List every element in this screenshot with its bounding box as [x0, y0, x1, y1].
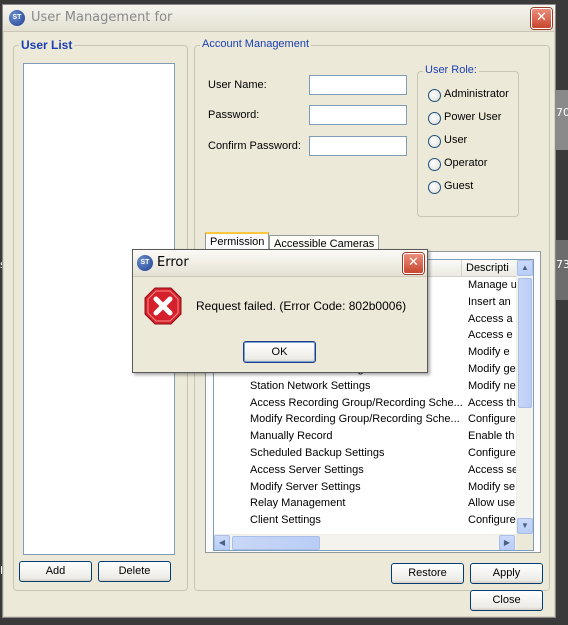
permission-row-description[interactable]: Modify se [468, 481, 516, 498]
permission-row-name[interactable]: Station Network Settings [250, 380, 462, 397]
error-x-icon [144, 287, 182, 325]
background-text: 73 [556, 258, 568, 271]
radio-button[interactable] [428, 181, 441, 194]
confirm-password-label: Confirm Password: [208, 140, 301, 152]
scroll-left-button[interactable]: ◀ [214, 535, 230, 550]
account-management-legend: Account Management [200, 38, 312, 50]
window-close-button[interactable]: ✕ [531, 8, 552, 29]
role-label: Operator [444, 157, 488, 169]
background-feed-right [556, 90, 568, 150]
scroll-down-button[interactable]: ▼ [517, 518, 533, 534]
close-button-label: Close [492, 594, 521, 606]
apply-button[interactable]: Apply [470, 563, 543, 584]
radio-button[interactable] [428, 135, 441, 148]
role-label: Power User [444, 111, 502, 123]
permission-row-description[interactable]: Configure [468, 413, 516, 430]
permission-row-name[interactable]: Scheduled Backup Settings [250, 447, 462, 464]
vertical-scroll-thumb[interactable] [518, 278, 532, 408]
radio-button[interactable] [428, 112, 441, 125]
permission-row-description[interactable]: Modify e [468, 346, 516, 363]
permission-row-description[interactable]: Access th [468, 397, 516, 414]
scroll-right-button[interactable]: ▶ [499, 535, 515, 550]
scroll-up-button[interactable]: ▲ [517, 260, 533, 276]
permission-row-name[interactable]: Modify Recording Group/Recording Sche... [250, 413, 462, 430]
permission-row-description[interactable]: Configure [468, 514, 516, 531]
ok-button[interactable]: OK [243, 341, 316, 363]
user-role-group: Administrator Power User User Operator G… [417, 71, 519, 217]
permission-row-description[interactable]: Allow use [468, 497, 516, 514]
permission-row-description[interactable]: Modify ge [468, 363, 516, 380]
permission-row-description[interactable]: Manage u [468, 279, 516, 296]
delete-button[interactable]: Delete [98, 561, 171, 582]
username-input[interactable] [309, 75, 407, 95]
permission-row-name[interactable]: Access Recording Group/Recording Sche... [250, 397, 462, 414]
restore-button[interactable]: Restore [391, 563, 464, 584]
username-label: User Name: [208, 79, 267, 91]
permission-row-name[interactable]: Modify Server Settings [250, 481, 462, 498]
role-label: Administrator [444, 88, 509, 100]
title-bar: ST User Management for ✕ [3, 5, 555, 32]
user-list-legend: User List [19, 38, 75, 52]
column-header-description[interactable]: Descripti [462, 260, 517, 277]
permission-row-description[interactable]: Configure [468, 447, 516, 464]
close-button[interactable]: Close [470, 590, 543, 611]
ok-button-label: OK [271, 346, 288, 358]
horizontal-scrollbar[interactable]: ◀ ▶ [214, 534, 516, 550]
permission-row-description[interactable]: Access e [468, 329, 516, 346]
error-title-bar: ST Error ✕ [133, 250, 427, 277]
horizontal-scroll-thumb[interactable] [232, 536, 320, 550]
permission-row-name[interactable]: Relay Management [250, 497, 462, 514]
background-text: 70 [556, 106, 568, 119]
error-title: Error [157, 255, 189, 270]
role-label: User [444, 134, 468, 146]
permission-row-description[interactable]: Access a [468, 313, 516, 330]
window-title: User Management for [31, 10, 173, 25]
vertical-scrollbar[interactable]: ▲ ▼ [516, 260, 533, 534]
error-message: Request failed. (Error Code: 802b0006) [196, 299, 407, 313]
add-button-label: Add [45, 565, 66, 577]
scrollbar-corner [516, 534, 533, 550]
user-role-legend: User Role: [423, 64, 479, 76]
permission-row-description[interactable]: Access se [468, 464, 516, 481]
permission-row-description[interactable]: Enable th [468, 430, 516, 447]
error-close-button[interactable]: ✕ [403, 253, 424, 274]
radio-button[interactable] [428, 158, 441, 171]
role-label: Guest [444, 180, 474, 192]
restore-button-label: Restore [408, 567, 447, 579]
permission-row-name[interactable]: Manually Record [250, 430, 462, 447]
app-logo-icon: ST [9, 10, 25, 26]
apply-button-label: Apply [492, 567, 521, 579]
radio-button[interactable] [428, 89, 441, 102]
app-logo-icon: ST [137, 255, 153, 271]
add-button[interactable]: Add [19, 561, 92, 582]
delete-button-label: Delete [118, 565, 151, 577]
permission-row-name[interactable]: Client Settings [250, 514, 462, 531]
permission-row-name[interactable]: Access Server Settings [250, 464, 462, 481]
error-dialog: ST Error ✕ Request failed. (Error Code: … [132, 249, 428, 373]
password-input[interactable] [309, 105, 407, 125]
password-label: Password: [208, 109, 260, 121]
permission-row-description[interactable]: Insert an [468, 296, 516, 313]
confirm-password-input[interactable] [309, 136, 407, 156]
permission-row-description[interactable]: Modify ne [468, 380, 516, 397]
